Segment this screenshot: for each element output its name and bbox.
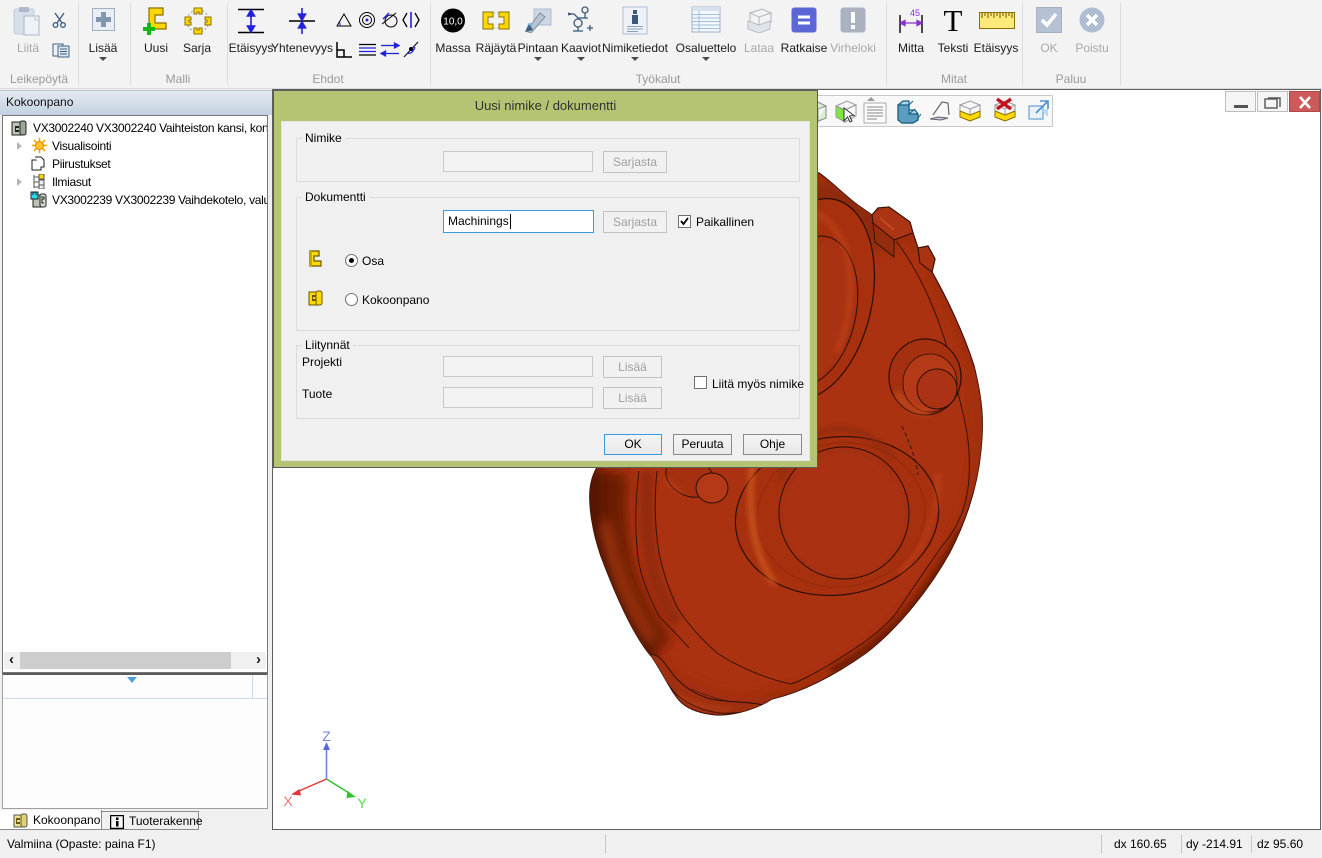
svg-text:10,0: 10,0 <box>443 17 463 28</box>
svg-text:X: X <box>283 793 293 809</box>
svg-text:45: 45 <box>910 8 920 18</box>
svg-text:Y: Y <box>357 795 367 811</box>
svg-text:Z: Z <box>322 728 331 744</box>
